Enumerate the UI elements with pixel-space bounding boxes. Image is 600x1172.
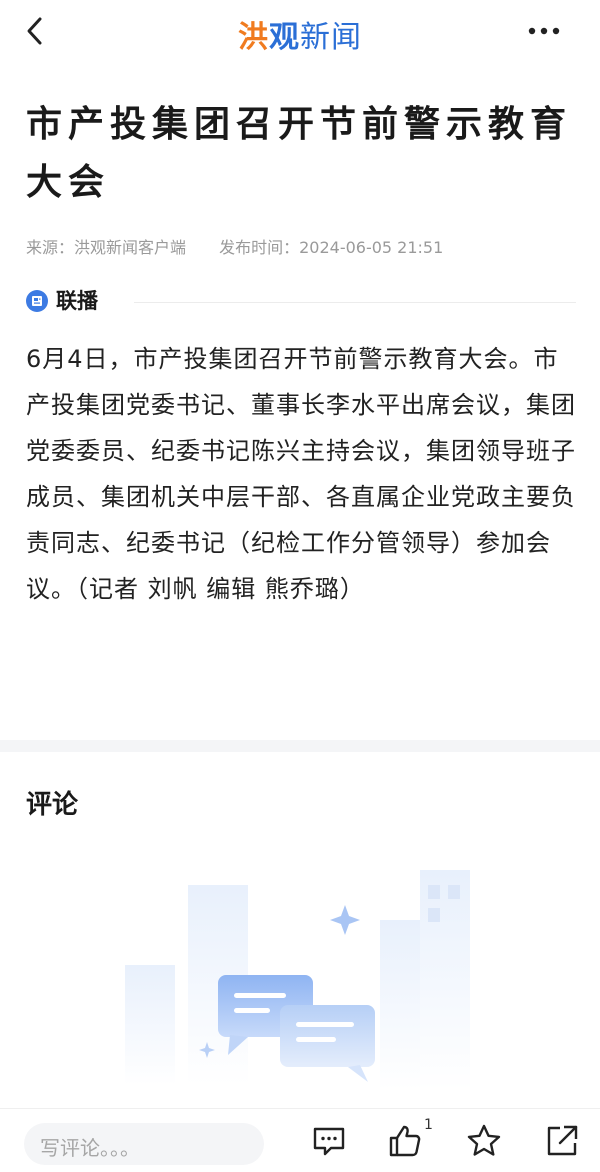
article-title: 市产投集团召开节前警示教育大会 — [26, 104, 573, 203]
section-divider — [0, 740, 600, 752]
article-body: 6月4日，市产投集团召开节前警示教育大会。市产投集团党委书记、董事长李水平出席会… — [26, 345, 576, 603]
comment-input[interactable]: 写评论。。。 — [24, 1123, 264, 1165]
comment-input-placeholder: 写评论。。。 — [40, 1136, 140, 1160]
divider — [134, 302, 576, 303]
share-button[interactable] — [544, 1123, 580, 1159]
favorite-button[interactable] — [466, 1123, 502, 1159]
more-dots-icon — [528, 27, 560, 35]
bottom-action-bar: 写评论。。。 1 — [0, 1108, 600, 1172]
empty-comments-illustration — [125, 870, 470, 1090]
comment-bubble-icon — [313, 1127, 345, 1156]
like-button[interactable] — [387, 1123, 423, 1159]
top-bar: 洪观新闻 — [0, 0, 600, 64]
article-source: 来源：洪观新闻客户端 — [26, 238, 187, 257]
comments-title: 评论 — [26, 790, 79, 820]
like-count: 1 — [424, 1117, 433, 1133]
news-icon — [26, 290, 48, 312]
column-tag: 联播 — [26, 286, 576, 318]
share-icon — [547, 1125, 578, 1156]
star-icon — [467, 1124, 501, 1156]
app-logo: 洪观新闻 — [238, 20, 362, 55]
article-publish-time: 发布时间：2024-06-05 21:51 — [219, 238, 444, 257]
more-button[interactable] — [524, 14, 564, 48]
article-meta: 来源：洪观新闻客户端 发布时间：2024-06-05 21:51 — [26, 234, 443, 258]
thumb-up-icon — [389, 1125, 421, 1157]
comment-button[interactable] — [311, 1123, 347, 1159]
column-tag-label: 联播 — [56, 289, 98, 313]
